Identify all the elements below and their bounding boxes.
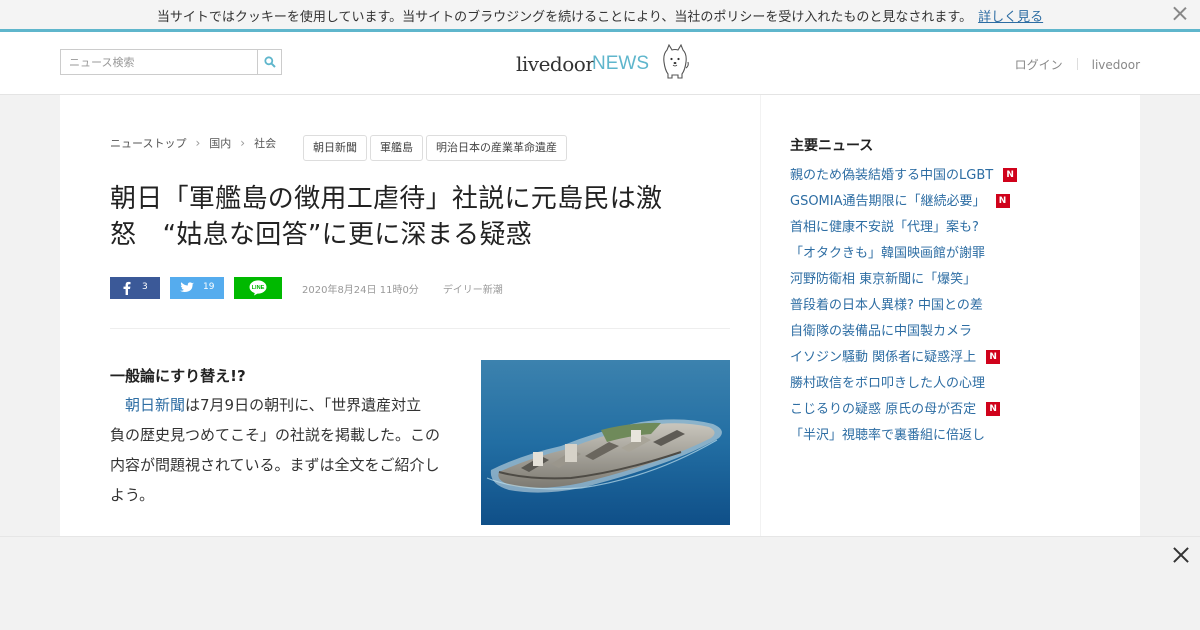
tag-gunkanjima[interactable]: 軍艦島 bbox=[370, 135, 423, 161]
search-input[interactable] bbox=[61, 50, 258, 74]
chevron-right-icon: › bbox=[240, 136, 246, 150]
cookie-message: 当サイトではクッキーを使用しています。当サイトのブラウジングを続けることにより、… bbox=[156, 10, 973, 25]
list-item: 「半沢」視聴率で裏番組に倍返し bbox=[790, 424, 1017, 450]
list-item: こじるりの疑惑 原氏の母が否定 N bbox=[790, 398, 1017, 424]
divider bbox=[1076, 58, 1078, 70]
line-icon-label: LINE bbox=[252, 285, 265, 291]
article-title: 朝日「軍艦島の徴用工虐待」社説に元島民は激怒 “姑息な回答”に更に深まる疑惑 bbox=[110, 184, 663, 250]
search-box bbox=[60, 49, 282, 75]
line-icon: LINE bbox=[249, 280, 267, 296]
site-header: livedoor NEWS ログイン livedoor bbox=[0, 32, 1200, 95]
article-meta: 2020年8月24日 11時0分 デイリー新潮 bbox=[302, 281, 503, 296]
list-item: 首相に健康不安説「代理」案も? bbox=[790, 216, 1017, 242]
close-icon[interactable] bbox=[1170, 4, 1190, 24]
twitter-share-button[interactable]: 19 bbox=[170, 277, 224, 299]
list-item: 自衛隊の装備品に中国製カメラ bbox=[790, 320, 1017, 346]
search-icon bbox=[264, 56, 276, 68]
news-link[interactable]: 「半沢」視聴率で裏番組に倍返し bbox=[790, 428, 985, 443]
logo-news: NEWS bbox=[592, 53, 649, 74]
gunkanjima-aerial-image bbox=[481, 360, 730, 525]
news-link[interactable]: イソジン騒動 関係者に疑惑浮上 bbox=[790, 350, 976, 365]
news-link[interactable]: GSOMIA通告期限に「継続必要」 bbox=[790, 194, 986, 209]
tag-asahi[interactable]: 朝日新聞 bbox=[303, 135, 367, 161]
tag-meiji-heritage[interactable]: 明治日本の産業革命遺産 bbox=[426, 135, 567, 161]
breadcrumb: ニューストップ › 国内 › 社会 bbox=[110, 135, 276, 151]
facebook-share-button[interactable]: 3 bbox=[110, 277, 160, 299]
twitter-icon bbox=[180, 282, 194, 292]
facebook-count: 3 bbox=[142, 282, 148, 292]
news-link[interactable]: 勝村政信をボロ叩きした人の心理 bbox=[790, 376, 985, 391]
livedoor-link[interactable]: livedoor bbox=[1092, 58, 1140, 72]
dog-mascot-icon bbox=[663, 44, 689, 79]
news-link[interactable]: 「オタクきも」韓国映画館が謝罪 bbox=[790, 246, 985, 261]
article-photo[interactable] bbox=[481, 360, 730, 525]
line-share-button[interactable]: LINE bbox=[234, 277, 282, 299]
news-link[interactable]: 自衛隊の装備品に中国製カメラ bbox=[790, 324, 972, 339]
header-links: ログイン livedoor bbox=[1015, 56, 1140, 73]
news-link[interactable]: こじるりの疑惑 原氏の母が否定 bbox=[790, 402, 976, 417]
news-link[interactable]: 首相に健康不安説「代理」案も? bbox=[790, 220, 979, 235]
sidebar: 主要ニュース 親のため偽装結婚する中国のLGBT N GSOMIA通告期限に「継続… bbox=[761, 95, 1140, 536]
breadcrumb-item-society[interactable]: 社会 bbox=[254, 137, 276, 150]
new-badge: N bbox=[995, 194, 1010, 208]
facebook-icon bbox=[123, 281, 131, 295]
tag-list: 朝日新聞 軍艦島 明治日本の産業革命遺産 bbox=[303, 135, 570, 161]
cookie-banner: 当サイトではクッキーを使用しています。当サイトのブラウジングを続けることにより、… bbox=[0, 0, 1200, 32]
list-item: 勝村政信をボロ叩きした人の心理 bbox=[790, 372, 1017, 398]
new-badge: N bbox=[1003, 168, 1018, 182]
article-source[interactable]: デイリー新潮 bbox=[443, 285, 503, 296]
article-subheading: 一般論にすり替え!? bbox=[110, 367, 246, 385]
new-badge: N bbox=[986, 402, 1001, 416]
list-item: 「オタクきも」韓国映画館が謝罪 bbox=[790, 242, 1017, 268]
list-item: 河野防衛相 東京新聞に「爆笑」 bbox=[790, 268, 1017, 294]
article-panel: ニューストップ › 国内 › 社会 朝日新聞 軍艦島 明治日本の産業革命遺産 朝日「軍艦島の… bbox=[60, 95, 760, 536]
logo-livedoor: livedoor bbox=[516, 52, 595, 76]
major-news-list: 親のため偽装結婚する中国のLGBT N GSOMIA通告期限に「継続必要」 N 首相… bbox=[790, 164, 1018, 450]
twitter-count: 19 bbox=[203, 282, 215, 292]
news-link[interactable]: 親のため偽装結婚する中国のLGBT bbox=[790, 168, 993, 183]
close-icon[interactable] bbox=[1171, 545, 1191, 565]
breadcrumb-item-news-top[interactable]: ニューストップ bbox=[110, 137, 186, 150]
ad-banner bbox=[0, 536, 1200, 630]
chevron-right-icon: › bbox=[195, 136, 201, 150]
news-link[interactable]: 河野防衛相 東京新聞に「爆笑」 bbox=[790, 272, 976, 287]
cookie-message-row: 当サイトではクッキーを使用しています。当サイトのブラウジングを続けることにより、… bbox=[0, 6, 1200, 25]
list-item: 普段着の日本人異様? 中国との差 bbox=[790, 294, 1017, 320]
major-news-heading: 主要ニュース bbox=[790, 138, 874, 154]
list-item: 親のため偽装結婚する中国のLGBT N bbox=[790, 164, 1018, 190]
divider bbox=[110, 328, 730, 329]
article-date: 2020年8月24日 11時0分 bbox=[302, 285, 419, 296]
login-link[interactable]: ログイン bbox=[1015, 58, 1063, 72]
search-button[interactable] bbox=[257, 50, 281, 74]
breadcrumb-item-domestic[interactable]: 国内 bbox=[209, 137, 231, 150]
new-badge: N bbox=[986, 350, 1001, 364]
article-body: 朝日新聞は7月9日の朝刊に、「世界遺産対立 負の歴史見つめてこそ」の社説を掲載し… bbox=[110, 390, 450, 510]
news-link[interactable]: 普段着の日本人異様? 中国との差 bbox=[790, 298, 983, 313]
asahi-shimbun-link[interactable]: 朝日新聞 bbox=[125, 396, 185, 414]
list-item: GSOMIA通告期限に「継続必要」 N bbox=[790, 190, 1017, 216]
cookie-details-link[interactable]: 詳しく見る bbox=[978, 10, 1043, 25]
list-item: イソジン騒動 関係者に疑惑浮上 N bbox=[790, 346, 1017, 372]
